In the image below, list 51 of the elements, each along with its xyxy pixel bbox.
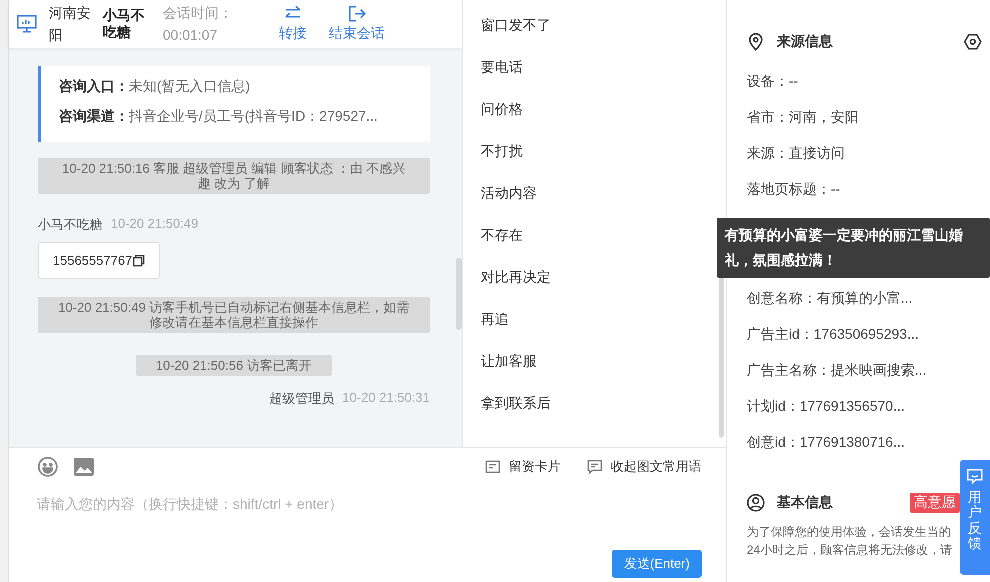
system-message: 10-20 21:50:56 访客已离开 bbox=[136, 355, 332, 376]
transfer-button[interactable]: 转接 bbox=[279, 5, 307, 43]
quick-reply-item[interactable]: 问价格 bbox=[481, 93, 726, 135]
source-info-row-text: 计划id：177691356570... bbox=[747, 397, 906, 416]
source-info-row-text: 广告主名称：提米映画搜索... bbox=[747, 361, 928, 380]
emoji-icon[interactable] bbox=[37, 456, 59, 478]
chat-bubble-icon bbox=[966, 468, 984, 486]
copy-icon[interactable] bbox=[132, 254, 145, 266]
message-time: 10-20 21:50:31 bbox=[342, 390, 430, 407]
message-time: 10-20 21:50:49 bbox=[111, 216, 198, 233]
quick-reply-item[interactable]: 活动内容 bbox=[481, 177, 726, 219]
card-button[interactable]: 留资卡片 bbox=[485, 458, 561, 476]
quick-reply-item[interactable]: 要电话 bbox=[481, 51, 726, 93]
monitor-icon bbox=[17, 15, 37, 33]
sender-name: 超级管理员 bbox=[270, 390, 335, 408]
quick-reply-item[interactable]: 不打扰 bbox=[481, 135, 726, 177]
image-icon[interactable] bbox=[73, 456, 95, 478]
hexagon-settings-icon[interactable] bbox=[964, 33, 982, 51]
user-circle-icon bbox=[747, 494, 765, 512]
source-info-row-text: 落地页标题：-- bbox=[747, 180, 842, 199]
quick-reply-item[interactable]: 窗口发不了 bbox=[481, 9, 726, 51]
end-button[interactable]: 结束会话 bbox=[329, 5, 385, 43]
session-time: 会话时间： 00:01:07 bbox=[163, 4, 234, 45]
customer-name: 小马不吃糖 bbox=[103, 7, 146, 41]
consult-info-row-text: 咨询入口：未知(暂无入口信息) bbox=[59, 78, 252, 96]
visitor-location: 河南安阳 bbox=[49, 4, 91, 45]
source-info-row-text: 广告主id：176350695293... bbox=[747, 325, 920, 344]
location-pin-icon bbox=[747, 33, 765, 51]
exit-icon bbox=[348, 5, 366, 23]
scrollbar-thumb[interactable] bbox=[456, 258, 462, 330]
source-info-row-text: 省市：河南，安阳 bbox=[747, 108, 860, 127]
system-message: 10-20 21:50:16 客服 超级管理员 编辑 顾客状态 ：由 不感兴趣 改为 了解 bbox=[38, 158, 430, 194]
quick-reply-item[interactable]: 让加客服 bbox=[481, 345, 726, 387]
message-bubble: 15565557767 bbox=[38, 242, 160, 279]
source-info-row-text: 创意id：177691380716... bbox=[747, 433, 906, 452]
consult-info-row-text: 咨询渠道：抖音企业号/员工号(抖音号ID：279527... bbox=[59, 108, 379, 126]
tooltip: 有预算的小富婆一定要冲的丽江雪山婚礼，氛围感拉满！ bbox=[717, 218, 990, 278]
notice-text: 为了保障您的使用体验，会话发生当的24小时之后，顾客信息将无法修改，请 bbox=[747, 524, 954, 559]
source-info-row-text: 设备：-- bbox=[747, 72, 800, 91]
system-message: 10-20 21:50:49 访客手机号已自动标记右侧基本信息栏，如需修改请在基本信息栏直接操作 bbox=[38, 297, 430, 333]
message-icon bbox=[587, 459, 603, 475]
quick-reply-item[interactable]: 拿到联系后 bbox=[481, 387, 726, 429]
card-icon bbox=[485, 459, 501, 475]
sender-name: 小马不吃糖 bbox=[38, 216, 103, 234]
section-title: 基本信息 bbox=[777, 494, 833, 512]
section-title: 来源信息 bbox=[777, 33, 833, 51]
source-info-row-text: 创意名称：有预算的小富... bbox=[747, 289, 914, 308]
intent-badge: 高意愿 bbox=[910, 493, 960, 513]
source-info-row-text: 来源：直接访问 bbox=[747, 144, 846, 163]
phrases-button[interactable]: 收起图文常用语 bbox=[587, 458, 702, 476]
quick-reply-item[interactable]: 再追 bbox=[481, 303, 726, 345]
